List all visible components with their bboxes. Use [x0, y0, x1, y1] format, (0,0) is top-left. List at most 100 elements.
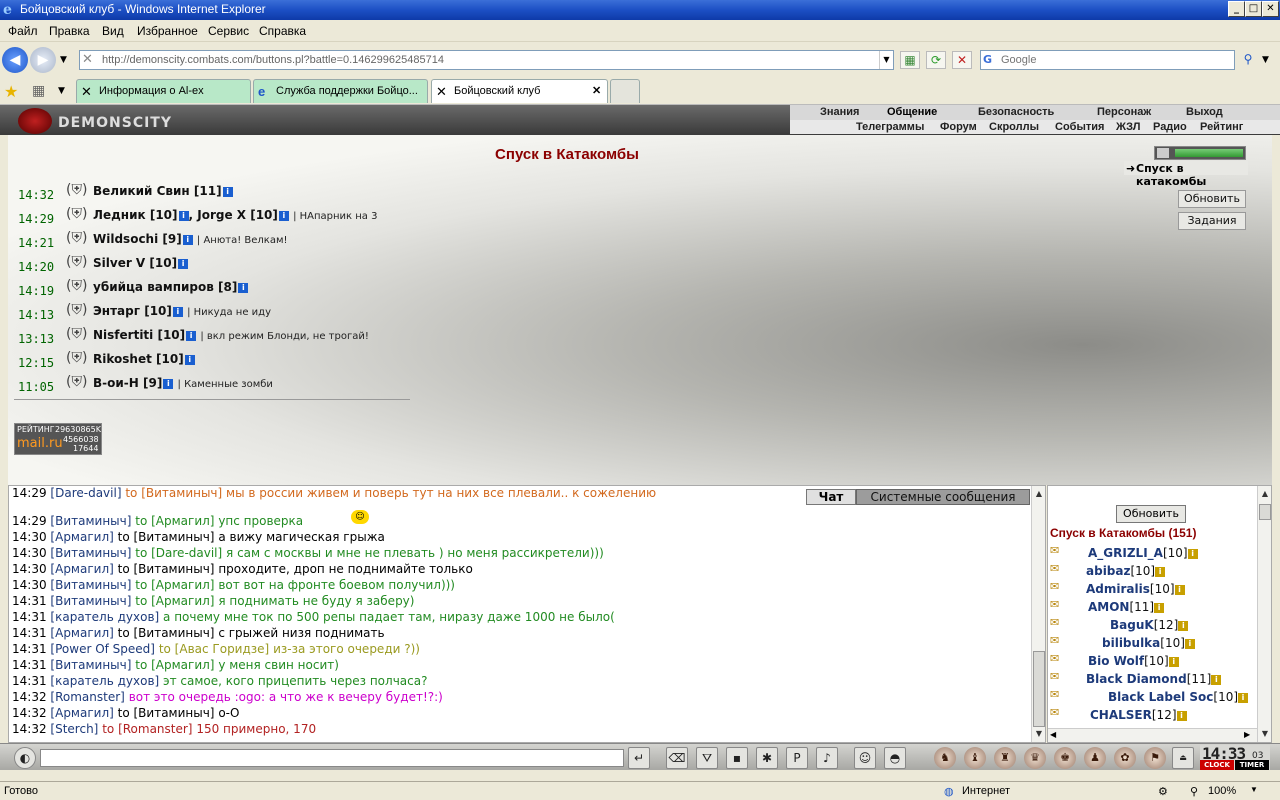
nav-zhzl[interactable]: ЖЗЛ [1116, 121, 1140, 133]
chat-sender[interactable]: [Витаминыч] [50, 546, 131, 560]
chat-time[interactable]: 14:31 [12, 642, 47, 656]
action-icon-7[interactable]: ✿ [1114, 747, 1136, 769]
chat-sender[interactable]: [Dare-davil] [50, 486, 121, 500]
back-icon[interactable]: ◀ [2, 47, 28, 73]
chat-sender[interactable]: [Витаминыч] [50, 578, 131, 592]
chat-sender[interactable]: [Армагил] [50, 562, 113, 576]
chat-time[interactable]: 14:31 [12, 674, 47, 688]
tab-info-alex[interactable]: ✕ Информация о Al-ex [76, 79, 251, 103]
info-icon[interactable]: i [182, 235, 193, 245]
exit-icon[interactable]: ⏏ [1172, 747, 1194, 769]
nav-security[interactable]: Безопасность [978, 106, 1054, 118]
tab-fight-club[interactable]: ✕ Бойцовский клуб ✕ [431, 79, 608, 103]
users-refresh-button[interactable]: Обновить [1116, 505, 1186, 523]
player-name[interactable]: Rikoshet [93, 352, 152, 366]
info-icon[interactable]: i [178, 211, 189, 221]
zoom-icon[interactable]: ⚲ [1190, 785, 1198, 798]
private-message-icon[interactable]: ✉ [1050, 634, 1059, 647]
nav-telegrams[interactable]: Телеграммы [856, 121, 924, 133]
private-message-icon[interactable]: ✉ [1050, 562, 1059, 575]
info-icon[interactable]: i [184, 355, 195, 365]
protected-mode-icon[interactable]: ⚙ [1158, 785, 1168, 798]
menu-view[interactable]: Вид [102, 24, 124, 38]
chat-recipient[interactable]: to [Армагил] [135, 594, 214, 608]
chat-recipient[interactable]: to [Авас Горидзе] [159, 642, 269, 656]
private-message-icon[interactable]: ✉ [1050, 706, 1059, 719]
private-message-icon[interactable]: ✉ [1050, 544, 1059, 557]
tab-grid-icon[interactable]: ▦ [32, 83, 45, 99]
chat-sender[interactable]: [Power Of Speed] [50, 642, 155, 656]
chat-time[interactable]: 14:32 [12, 722, 47, 736]
chat-recipient[interactable]: to [Витаминыч] [118, 562, 215, 576]
chat-mode-icon[interactable]: ◐ [14, 747, 36, 769]
menu-file[interactable]: Файл [8, 24, 38, 38]
private-message-icon[interactable]: ✉ [1050, 616, 1059, 629]
tasks-button[interactable]: Задания [1178, 212, 1246, 230]
character-icon[interactable]: ✱ [756, 747, 778, 769]
info-icon[interactable]: i [238, 283, 249, 293]
action-icon-8[interactable]: ⚑ [1144, 747, 1166, 769]
address-url[interactable]: http://demonscity.combats.com/buttons.pl… [102, 54, 444, 66]
menu-tools[interactable]: Сервис [208, 24, 249, 38]
scroll-up-icon[interactable]: ▲ [1033, 488, 1045, 500]
user-name[interactable]: A_GRIZLI_A [1088, 546, 1163, 560]
users-scrollbar[interactable]: ▲ ▼ [1257, 486, 1271, 742]
user-name[interactable]: Black Diamond [1086, 672, 1187, 686]
address-dropdown-icon[interactable]: ▼ [879, 51, 893, 69]
scroll-thumb[interactable] [1259, 504, 1271, 520]
address-bar[interactable]: ✕ http://demonscity.combats.com/buttons.… [79, 50, 894, 70]
nav-radio[interactable]: Радио [1153, 121, 1187, 133]
action-icon-3[interactable]: ♜ [994, 747, 1016, 769]
action-icon-6[interactable]: ♟ [1084, 747, 1106, 769]
scroll-down-icon[interactable]: ▼ [1259, 728, 1271, 740]
action-icon-4[interactable]: ♛ [1024, 747, 1046, 769]
chat-time[interactable]: 14:30 [12, 546, 47, 560]
user-info-icon[interactable]: i [1174, 585, 1185, 595]
menu-favorites[interactable]: Избранное [137, 24, 198, 38]
chat-input[interactable] [40, 749, 624, 767]
user-info-icon[interactable]: i [1176, 711, 1187, 721]
action-icon-1[interactable]: ♞ [934, 747, 956, 769]
nav-events[interactable]: События [1055, 121, 1104, 133]
player-name[interactable]: убийца вампиров [93, 280, 214, 294]
chat-recipient[interactable]: to [Армагил] [135, 578, 214, 592]
info-icon[interactable]: i [178, 259, 189, 269]
chat-recipient[interactable]: to [Dare-davil] [135, 546, 222, 560]
search-box[interactable]: G [980, 50, 1235, 70]
action-icon-2[interactable]: ♝ [964, 747, 986, 769]
forward-icon[interactable]: ▶ [30, 47, 56, 73]
user-name[interactable]: Bio Wolf [1088, 654, 1144, 668]
chat-sender[interactable]: [Sterch] [50, 722, 98, 736]
user-name[interactable]: abibaz [1086, 564, 1130, 578]
info-icon[interactable]: i [163, 379, 174, 389]
player-name[interactable]: , Jorge X [189, 208, 247, 222]
users-hscrollbar[interactable]: ◀ ▶ [1048, 728, 1257, 742]
info-icon[interactable]: i [222, 187, 233, 197]
nav-rating[interactable]: Рейтинг [1200, 121, 1243, 133]
user-info-icon[interactable]: i [1154, 603, 1165, 613]
nav-scrolls[interactable]: Скроллы [989, 121, 1039, 133]
stop-icon[interactable]: ✕ [952, 51, 972, 69]
compat-icon[interactable]: ▦ [900, 51, 920, 69]
user-info-icon[interactable]: i [1168, 657, 1179, 667]
chat-sender[interactable]: [Romanster] [50, 690, 124, 704]
chat-sender[interactable]: [Армагил] [50, 706, 113, 720]
chat-sender[interactable]: [каратель духов] [50, 610, 159, 624]
chat-recipient[interactable]: to [Витаминыч] [118, 706, 215, 720]
action-icon-5[interactable]: ♚ [1054, 747, 1076, 769]
chat-sender[interactable]: [каратель духов] [50, 674, 159, 688]
player-name[interactable]: Wildsochi [93, 232, 158, 246]
new-tab-button[interactable] [610, 79, 640, 103]
info-icon[interactable]: i [186, 331, 197, 341]
chat-recipient[interactable]: to [Армагил] [135, 658, 214, 672]
minimize-button[interactable]: _ [1228, 1, 1245, 17]
user-name[interactable]: Admiralis [1086, 582, 1150, 596]
chat-sender[interactable]: [Армагил] [50, 530, 113, 544]
info-icon[interactable]: i [172, 307, 183, 317]
chat-recipient[interactable]: to [Витаминыч] [125, 486, 222, 500]
helmet-icon[interactable]: ◓ [884, 747, 906, 769]
mailru-rating-counter[interactable]: РЕЙТИНГ 29630865K mail.ru 4566038 17644 [14, 423, 102, 455]
user-name[interactable]: CHALSER [1090, 708, 1152, 722]
search-input[interactable] [1001, 52, 1231, 68]
user-name[interactable]: AMON [1088, 600, 1129, 614]
